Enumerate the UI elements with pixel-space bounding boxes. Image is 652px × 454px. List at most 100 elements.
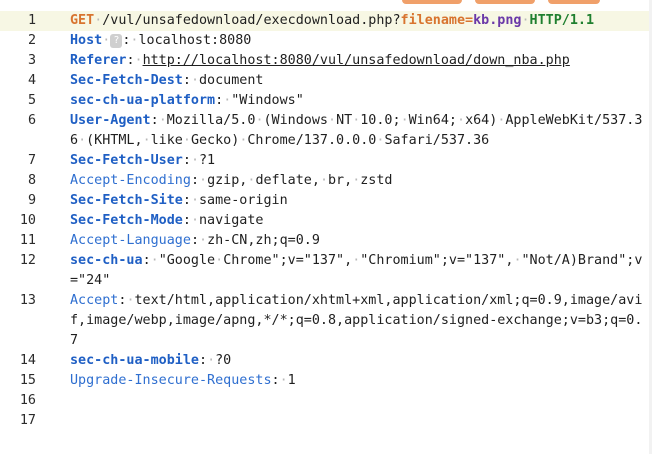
referer-url-link[interactable]: http://localhost:8080/vul/unsafedownload… [143, 53, 570, 68]
line-number: 8 [27, 173, 36, 188]
line-number: 5 [27, 93, 36, 108]
space-marker: · [190, 193, 199, 208]
line-content[interactable]: sec-ch-ua:·"Google·Chrome";v="137",·"Chr… [70, 251, 644, 291]
header-value: gzip,·deflate,·br,·zstd [207, 173, 393, 188]
header-line[interactable]: 11 Accept-Language:·zh-CN,zh;q=0.9 [0, 231, 652, 251]
space-marker: · [150, 253, 159, 268]
line-content[interactable]: GET · /vul/unsafedownload/execdownload.php… [70, 11, 644, 31]
empty-line[interactable]: 16 [0, 391, 652, 411]
header-line[interactable]: 3 Referer:·http://localhost:8080/vul/uns… [0, 51, 652, 71]
colon: : [199, 353, 208, 368]
space-marker: · [207, 353, 216, 368]
line-number: 1 [27, 13, 36, 28]
header-value: text/html,application/xhtml+xml,applicat… [70, 293, 643, 348]
header-name: Sec-Fetch-Mode [70, 213, 183, 228]
header-value: ?0 [215, 353, 232, 368]
line-content[interactable]: Sec-Fetch-Mode:·navigate [70, 211, 644, 231]
line-content[interactable]: Referer:·http://localhost:8080/vul/unsaf… [70, 51, 644, 71]
header-name: sec-ch-ua-mobile [70, 353, 199, 368]
colon: : [182, 73, 191, 88]
header-name: User-Agent [70, 113, 151, 128]
line-content[interactable]: sec-ch-ua-mobile:·?0 [70, 351, 644, 371]
header-value: localhost:8080 [138, 33, 252, 48]
space-marker: · [190, 153, 199, 168]
header-line[interactable]: 2 Host·?:·localhost:8080 [0, 31, 652, 51]
toolbar-tab-1[interactable] [402, 0, 462, 4]
request-line[interactable]: 1 GET · /vul/unsafedownload/execdownload.p… [0, 11, 652, 31]
space-marker: · [215, 253, 224, 268]
query-param-name: filename [400, 13, 466, 28]
line-number: 9 [27, 193, 36, 208]
space-marker: · [352, 113, 361, 128]
colon: : [142, 253, 151, 268]
line-number: 6 [27, 113, 36, 128]
header-line[interactable]: 9 Sec-Fetch-Site:·same-origin [0, 191, 652, 211]
header-line[interactable]: 13 Accept:·text/html,application/xhtml+x… [0, 291, 652, 351]
line-number: 11 [19, 233, 36, 248]
header-name: Referer [70, 53, 127, 68]
hidden-char-badge[interactable]: ? [110, 34, 123, 48]
header-name: Upgrade-Insecure-Requests [70, 373, 272, 388]
header-value: ?1 [199, 153, 216, 168]
header-line[interactable]: 4 Sec-Fetch-Dest:·document [0, 71, 652, 91]
query-param-equals: = [465, 13, 474, 28]
space-marker: · [352, 253, 361, 268]
line-content[interactable]: Accept-Encoding: ·gzip,·deflate,·br,·zstd [70, 171, 644, 191]
toolbar-tab-3[interactable] [548, 0, 600, 4]
space-marker: · [255, 113, 264, 128]
header-name: Host [70, 33, 103, 48]
header-name: Accept-Language [70, 233, 191, 248]
line-content[interactable]: Sec-Fetch-Dest:·document [70, 71, 644, 91]
line-number: 15 [19, 373, 36, 388]
line-content[interactable]: User-Agent:·Mozilla/5.0·(Windows·NT·10.0… [70, 111, 644, 151]
space-marker: · [521, 13, 530, 28]
space-marker: · [247, 173, 256, 188]
line-content[interactable] [70, 411, 644, 431]
toolbar-tab-2[interactable] [475, 0, 535, 4]
line-content[interactable]: Upgrade-Insecure-Requests:·1 [70, 371, 644, 391]
request-path: /vul/unsafedownload/execdownload.php? [102, 13, 401, 28]
header-line[interactable]: 5 sec-ch-ua-platform:·"Windows" [0, 91, 652, 111]
colon: : [182, 193, 191, 208]
header-name: Sec-Fetch-Dest [70, 73, 183, 88]
line-number: 10 [19, 213, 36, 228]
top-tab-strip [0, 0, 652, 4]
colon: : [190, 233, 199, 248]
colon: : [190, 173, 199, 188]
line-content[interactable]: Accept:·text/html,application/xhtml+xml,… [70, 291, 644, 351]
line-content[interactable]: Sec-Fetch-Site:·same-origin [70, 191, 644, 211]
query-param-value: kb.png [473, 13, 522, 28]
header-name: Accept-Encoding [70, 173, 191, 188]
line-content[interactable]: sec-ch-ua-platform:·"Windows" [70, 91, 644, 111]
header-line[interactable]: 14 sec-ch-ua-mobile:·?0 [0, 351, 652, 371]
space-marker: · [142, 133, 151, 148]
space-marker: · [126, 293, 135, 308]
line-number: 2 [27, 33, 36, 48]
space-marker: · [102, 33, 111, 48]
line-content[interactable]: Sec-Fetch-User:·?1 [70, 151, 644, 171]
colon: : [126, 53, 135, 68]
header-line[interactable]: 12 sec-ch-ua:·"Google·Chrome";v="137",·"… [0, 251, 652, 291]
header-line[interactable]: 6 User-Agent:·Mozilla/5.0·(Windows·NT·10… [0, 111, 652, 151]
line-content[interactable]: Accept-Language:·zh-CN,zh;q=0.9 [70, 231, 644, 251]
line-number: 4 [27, 73, 36, 88]
line-content[interactable] [70, 391, 644, 411]
header-name: Sec-Fetch-User [70, 153, 183, 168]
line-content[interactable]: Host·?:·localhost:8080 [70, 31, 644, 51]
request-editor[interactable]: 1 GET · /vul/unsafedownload/execdownload.p… [0, 11, 652, 431]
line-number: 14 [19, 353, 36, 368]
empty-line[interactable]: 17 [0, 411, 652, 431]
header-line[interactable]: 7 Sec-Fetch-User:·?1 [0, 151, 652, 171]
space-marker: · [319, 173, 328, 188]
space-marker: · [134, 53, 143, 68]
header-line[interactable]: 8 Accept-Encoding: ·gzip,·deflate,·br,·zs… [0, 171, 652, 191]
header-value: navigate [199, 213, 264, 228]
header-name: sec-ch-ua [70, 253, 143, 268]
header-line[interactable]: 15 Upgrade-Insecure-Requests:·1 [0, 371, 652, 391]
space-marker: · [352, 173, 361, 188]
space-marker: · [497, 113, 506, 128]
space-marker: · [190, 213, 199, 228]
colon: : [182, 153, 191, 168]
line-number: 7 [27, 153, 36, 168]
header-line[interactable]: 10 Sec-Fetch-Mode:·navigate [0, 211, 652, 231]
